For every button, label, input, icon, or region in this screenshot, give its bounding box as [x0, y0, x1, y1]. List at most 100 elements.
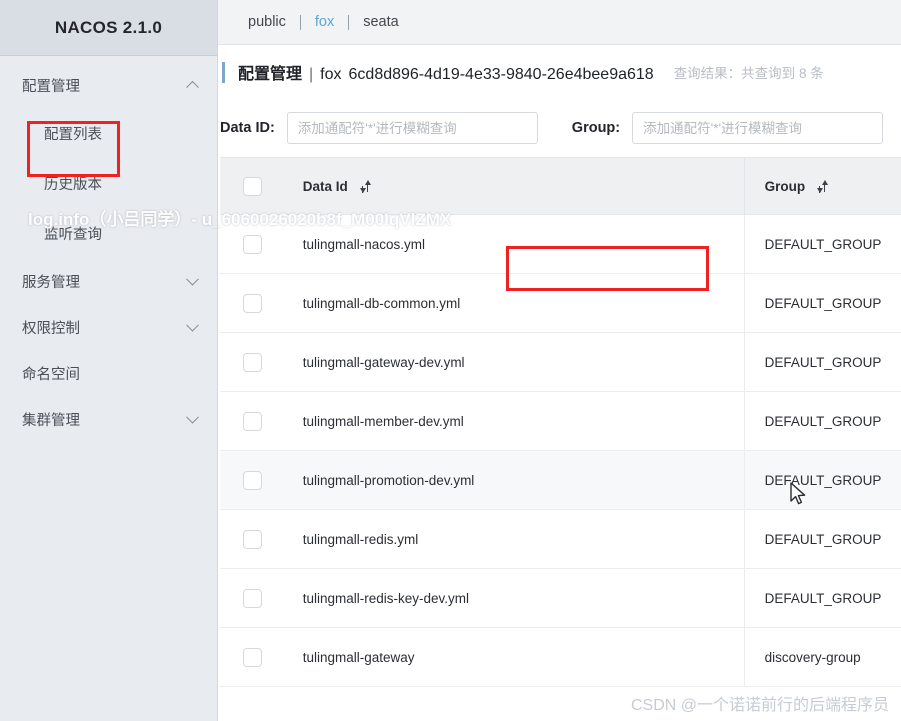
sidebar-item-listener-query[interactable]: 监听查询 — [0, 208, 217, 258]
column-header-dataid[interactable]: Data Id — [284, 157, 745, 215]
group-value: DEFAULT_GROUP — [764, 295, 882, 311]
table-row[interactable]: tulingmall-gateway-dev.yml DEFAULT_GROUP — [220, 332, 901, 392]
sidebar-item-label: 权限控制 — [22, 320, 80, 337]
group-value: DEFAULT_GROUP — [764, 236, 882, 252]
row-checkbox[interactable] — [242, 352, 262, 372]
cell-group: discovery-group — [743, 627, 901, 687]
sidebar-item-service-management[interactable]: 服务管理 — [0, 258, 217, 304]
cell-group: DEFAULT_GROUP — [743, 568, 901, 628]
sidebar-item-label: 配置列表 — [44, 126, 102, 143]
chevron-down-icon — [186, 410, 199, 424]
group-label: Group: — [571, 120, 621, 136]
table-row[interactable]: tulingmall-member-dev.yml DEFAULT_GROUP — [220, 391, 901, 451]
row-select-cell — [220, 391, 285, 451]
column-header-group[interactable]: Group — [743, 157, 901, 215]
page-title-separator: | — [309, 66, 314, 83]
sidebar-item-label: 集群管理 — [22, 412, 80, 429]
page-title-row: 配置管理 | fox 6cd8d896-4d19-4e33-9840-26e4bee9… — [218, 45, 901, 99]
row-checkbox[interactable] — [242, 588, 262, 608]
column-header-label: Data Id — [302, 178, 348, 194]
table-body: tulingmall-nacos.yml DEFAULT_GROUP tulingm… — [220, 214, 901, 687]
main-content: public fox seata 配置管理 | fox 6cd8d896-4d19-4… — [218, 0, 901, 721]
table-row[interactable]: tulingmall-promotion-dev.yml DEFAULT_GROU… — [220, 450, 901, 510]
row-checkbox[interactable] — [242, 234, 262, 254]
dataid-value: tulingmall-redis-key-dev.yml — [302, 590, 470, 606]
sidebar-item-permission-control[interactable]: 权限控制 — [0, 304, 217, 350]
row-select-cell — [220, 332, 285, 392]
page-title-namespace-id: 6cd8d896-4d19-4e33-9840-26e4bee9a618 — [348, 66, 654, 83]
cell-group: DEFAULT_GROUP — [743, 450, 901, 510]
cell-group: DEFAULT_GROUP — [743, 273, 901, 333]
group-value: DEFAULT_GROUP — [764, 472, 882, 488]
group-search-input[interactable] — [632, 112, 884, 144]
sidebar-item-label: 服务管理 — [22, 274, 80, 291]
chevron-down-icon — [186, 318, 199, 332]
row-checkbox[interactable] — [242, 529, 262, 549]
cell-dataid: tulingmall-member-dev.yml — [284, 391, 745, 451]
sidebar-item-namespace[interactable]: 命名空间 — [0, 350, 217, 396]
chevron-down-icon — [186, 272, 199, 286]
select-all-checkbox[interactable] — [242, 176, 262, 196]
dataid-label: Data ID: — [220, 120, 275, 136]
table-row[interactable]: tulingmall-redis.yml DEFAULT_GROUP — [220, 509, 901, 569]
table-row[interactable]: tulingmall-gateway discovery-group — [220, 627, 901, 687]
sidebar-item-config-management[interactable]: 配置管理 — [0, 62, 217, 108]
cell-dataid: tulingmall-redis.yml — [284, 509, 745, 569]
table-row[interactable]: tulingmall-nacos.yml DEFAULT_GROUP — [220, 214, 901, 274]
table-row[interactable]: tulingmall-redis-key-dev.yml DEFAULT_GROU… — [220, 568, 901, 628]
dataid-field-group: Data ID: — [220, 112, 538, 144]
cell-dataid: tulingmall-gateway-dev.yml — [284, 332, 745, 392]
search-form: Data ID: Group: — [218, 99, 901, 157]
page-title-namespace-name: fox — [320, 66, 342, 83]
row-select-cell — [220, 214, 285, 274]
sidebar-item-config-list[interactable]: 配置列表 — [0, 108, 217, 158]
cell-group: DEFAULT_GROUP — [743, 214, 901, 274]
brand-logo: NACOS 2.1.0 — [0, 0, 217, 56]
row-select-cell — [220, 568, 285, 628]
config-table: Data Id Group tulingmall-nacos.yml DEFAU… — [220, 157, 901, 687]
cell-dataid: tulingmall-promotion-dev.yml — [284, 450, 745, 510]
sidebar-nav: 配置管理 配置列表 历史版本 监听查询 服务管理 权限控制 命名空间 集群管理 — [0, 56, 217, 442]
cell-dataid: tulingmall-db-common.yml — [284, 273, 745, 333]
group-field-group: Group: — [571, 112, 884, 144]
sidebar-item-history-versions[interactable]: 历史版本 — [0, 158, 217, 208]
row-select-cell — [220, 627, 285, 687]
csdn-watermark: CSDN @一个诺诺前行的后端程序员 — [630, 697, 889, 714]
tab-fox[interactable]: fox — [301, 14, 348, 30]
row-checkbox[interactable] — [242, 470, 262, 490]
column-header-label: Group — [764, 178, 806, 194]
sidebar: NACOS 2.1.0 配置管理 配置列表 历史版本 监听查询 服务管理 权限控 — [0, 0, 218, 721]
select-all-header — [220, 157, 285, 215]
group-value: DEFAULT_GROUP — [764, 413, 882, 429]
tab-public[interactable]: public — [234, 14, 300, 30]
row-select-cell — [220, 273, 285, 333]
dataid-value: tulingmall-nacos.yml — [302, 236, 426, 252]
sidebar-item-label: 监听查询 — [44, 226, 102, 243]
dataid-search-input[interactable] — [286, 112, 538, 144]
row-checkbox[interactable] — [242, 411, 262, 431]
dataid-value: tulingmall-member-dev.yml — [302, 413, 464, 429]
table-header: Data Id Group — [220, 157, 901, 215]
table-row[interactable]: tulingmall-db-common.yml DEFAULT_GROUP — [220, 273, 901, 333]
dataid-value: tulingmall-redis.yml — [302, 531, 419, 547]
brand-title: NACOS 2.1.0 — [54, 17, 163, 37]
cell-group: DEFAULT_GROUP — [743, 509, 901, 569]
sort-icon[interactable] — [816, 179, 828, 193]
row-select-cell — [220, 450, 285, 510]
page-title: 配置管理 | fox 6cd8d896-4d19-4e33-9840-26e4bee9… — [238, 60, 654, 84]
group-value: DEFAULT_GROUP — [764, 531, 882, 547]
dataid-value: tulingmall-promotion-dev.yml — [302, 472, 475, 488]
sidebar-item-label: 历史版本 — [44, 176, 102, 193]
dataid-value: tulingmall-gateway-dev.yml — [302, 354, 465, 370]
sidebar-item-label: 配置管理 — [22, 78, 80, 95]
sort-icon[interactable] — [359, 179, 371, 193]
tab-seata[interactable]: seata — [349, 14, 412, 30]
row-checkbox[interactable] — [242, 647, 262, 667]
group-value: DEFAULT_GROUP — [764, 354, 882, 370]
sidebar-item-label: 命名空间 — [22, 366, 80, 383]
sidebar-item-cluster-management[interactable]: 集群管理 — [0, 396, 217, 442]
row-checkbox[interactable] — [242, 293, 262, 313]
cell-dataid: tulingmall-gateway — [284, 627, 745, 687]
nacos-console-window: NACOS 2.1.0 配置管理 配置列表 历史版本 监听查询 服务管理 权限控 — [0, 0, 901, 721]
cell-group: DEFAULT_GROUP — [743, 391, 901, 451]
